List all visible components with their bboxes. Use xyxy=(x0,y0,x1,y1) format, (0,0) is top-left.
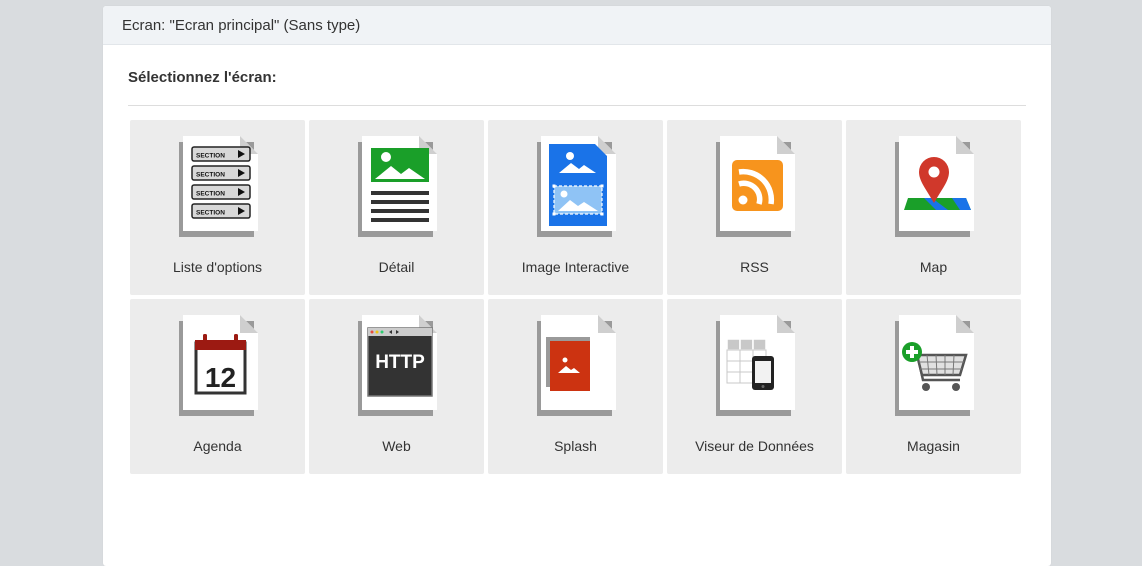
tile-label: Map xyxy=(919,259,948,275)
http-browser-icon: HTTP xyxy=(349,313,445,423)
tile-image-interactive[interactable]: Image Interactive xyxy=(488,120,663,295)
tile-map[interactable]: Map xyxy=(846,120,1021,295)
shopping-cart-icon xyxy=(886,313,982,423)
tile-splash[interactable]: Splash xyxy=(488,299,663,474)
tile-label: RSS xyxy=(740,259,769,275)
svg-text:SECTION: SECTION xyxy=(196,172,225,179)
section-title: Sélectionnez l'écran: xyxy=(128,69,277,86)
panel-header: Ecran: "Ecran principal" (Sans type) xyxy=(103,6,1051,45)
data-viewer-icon xyxy=(707,313,803,423)
section-list-icon: SECTION SECTION SECTION SECTION xyxy=(170,134,266,244)
svg-text:SECTION: SECTION xyxy=(196,210,225,217)
splash-image-icon xyxy=(528,313,624,423)
calendar-icon: 12 xyxy=(170,313,266,423)
tile-rss[interactable]: RSS xyxy=(667,120,842,295)
map-pin-icon xyxy=(886,134,982,244)
tile-label: Image Interactive xyxy=(521,259,630,275)
tile-agenda[interactable]: 12 Agenda xyxy=(130,299,305,474)
svg-text:12: 12 xyxy=(205,362,236,393)
divider xyxy=(128,105,1026,106)
tile-web[interactable]: HTTP Web xyxy=(309,299,484,474)
tile-label: Splash xyxy=(554,438,597,454)
tile-label: Liste d'options xyxy=(172,259,263,275)
rss-icon xyxy=(707,134,803,244)
tile-label: Viseur de Données xyxy=(695,438,814,454)
tile-label: Web xyxy=(382,438,411,454)
svg-text:HTTP: HTTP xyxy=(375,352,425,373)
tile-magasin[interactable]: Magasin xyxy=(846,299,1021,474)
detail-icon xyxy=(349,134,445,244)
svg-text:SECTION: SECTION xyxy=(196,153,225,160)
tile-label: Magasin xyxy=(907,438,960,454)
interactive-image-icon xyxy=(528,134,624,244)
tile-detail[interactable]: Détail xyxy=(309,120,484,295)
panel-title: Ecran: "Ecran principal" (Sans type) xyxy=(122,16,361,34)
tile-liste-options[interactable]: SECTION SECTION SECTION SECTION Liste d' xyxy=(130,120,305,295)
screen-type-grid: SECTION SECTION SECTION SECTION Liste d' xyxy=(130,120,1021,474)
screen-panel: Ecran: "Ecran principal" (Sans type) Sél… xyxy=(103,6,1051,566)
tile-viseur-donnees[interactable]: Viseur de Données xyxy=(667,299,842,474)
svg-text:SECTION: SECTION xyxy=(196,191,225,198)
tile-label: Détail xyxy=(378,259,415,275)
tile-label: Agenda xyxy=(193,438,242,454)
